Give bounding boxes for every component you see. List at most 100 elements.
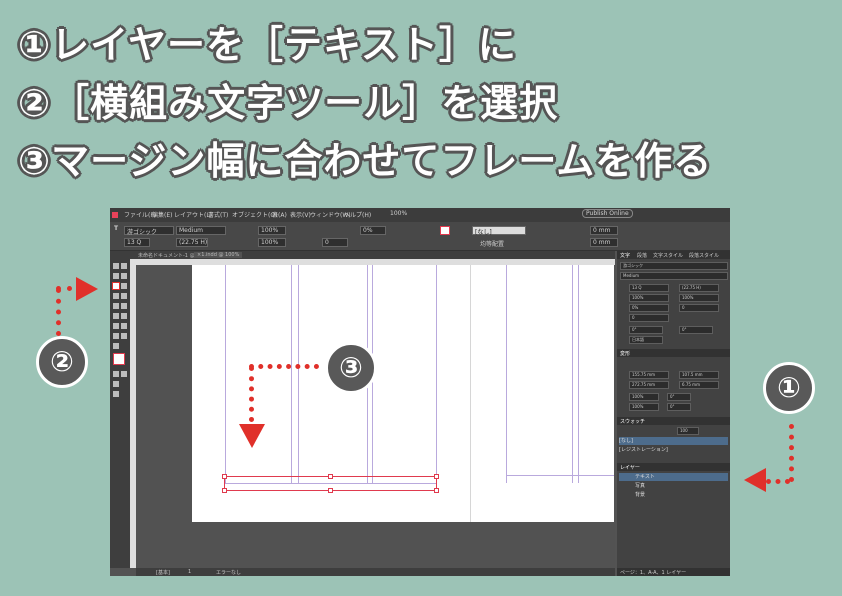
panel-tsume-field[interactable]: 0% (629, 304, 669, 312)
fill-swatch-icon[interactable] (440, 226, 450, 235)
tab-para-styles[interactable]: 段落スタイル (689, 252, 719, 259)
direct-selection-tool-icon[interactable] (121, 263, 127, 269)
note-tool-icon[interactable] (121, 323, 127, 329)
arrow-down-icon (239, 424, 265, 448)
menu-table[interactable]: 表(A) (272, 210, 287, 219)
annotation-line (56, 288, 61, 336)
rectangle-tool-icon[interactable] (121, 303, 127, 309)
panel-style-field[interactable]: Medium (620, 272, 728, 280)
frame-handle[interactable] (222, 474, 227, 479)
font-size-field[interactable]: 13 Q (127, 239, 141, 246)
layer-row[interactable]: 背景 (619, 491, 728, 499)
font-family-field[interactable]: 游ゴシック (127, 227, 157, 236)
horizontal-scale-field[interactable]: 100% (261, 227, 278, 234)
shear-field[interactable]: 0° (667, 403, 691, 411)
panel-leading-field[interactable]: (22.75 H) (679, 284, 719, 292)
h-field[interactable]: 6.75 mm (679, 381, 719, 389)
tab-active-document[interactable]: ×1.indd @ 100% (194, 252, 243, 258)
preflight-status[interactable]: エラーなし (216, 569, 241, 576)
rotate-field[interactable]: 0° (667, 393, 691, 401)
inset-field[interactable]: 0 mm (593, 227, 610, 234)
page-tool-icon[interactable] (113, 273, 119, 279)
screen-mode-icon[interactable] (113, 391, 119, 397)
gap-tool-icon[interactable] (121, 273, 127, 279)
tsume-field[interactable]: 0% (363, 227, 373, 234)
frame-handle[interactable] (434, 474, 439, 479)
frame-handle[interactable] (222, 488, 227, 493)
panel-tracking-field[interactable]: 0 (679, 304, 719, 312)
instruction-line-1: ①レイヤーを［テキスト］に (18, 23, 517, 67)
frame-handle[interactable] (328, 488, 333, 493)
rectangle-frame-tool-icon[interactable] (113, 303, 119, 309)
horizontal-type-tool-icon[interactable] (112, 282, 120, 290)
panel-font-field[interactable]: 游ゴシック (620, 262, 728, 270)
zoom-level[interactable]: 100% (390, 210, 407, 217)
menu-view[interactable]: 表示(V) (290, 210, 311, 219)
leading-field[interactable]: (22.75 H) (179, 239, 207, 246)
inset-field-2[interactable]: 0 mm (593, 239, 610, 246)
font-style-field[interactable]: Medium (179, 227, 203, 234)
layers-footer-text: ページ：1、A-A、1 レイヤー (620, 570, 687, 576)
panel-lang-field[interactable]: 日本語 (629, 336, 663, 344)
menu-layout[interactable]: レイアウト(L) (174, 210, 212, 219)
app-logo-icon (112, 212, 118, 218)
apply-color-icon[interactable] (113, 381, 119, 387)
tab-character[interactable]: 文字 (620, 252, 630, 259)
w-field[interactable]: 107.5 mm (679, 371, 719, 379)
pencil-tool-icon[interactable] (121, 293, 127, 299)
frame-handle[interactable] (434, 488, 439, 493)
vertical-scale-field[interactable]: 100% (261, 239, 278, 246)
fill-stroke-icon[interactable] (113, 353, 125, 365)
frame-handle[interactable] (328, 474, 333, 479)
free-transform-tool-icon[interactable] (121, 313, 127, 319)
line-tool-icon[interactable] (121, 283, 127, 289)
swatch-field[interactable]: [なし] (475, 227, 492, 236)
text-frame[interactable] (222, 474, 439, 493)
menu-edit[interactable]: 編集(E) (152, 210, 172, 219)
layer-row[interactable]: 写真 (619, 482, 728, 490)
gradient-tool-icon[interactable] (113, 323, 119, 329)
y-field[interactable]: 272.75 mm (629, 381, 669, 389)
panel-kerning-field[interactable]: 0 (629, 314, 669, 322)
zoom-tool-icon[interactable] (113, 343, 119, 349)
swatches-panel-header: スウォッチ (617, 417, 730, 425)
format-container-icon[interactable] (113, 371, 119, 377)
menu-object[interactable]: オブジェクト(O) (232, 210, 277, 219)
format-text-icon[interactable] (121, 371, 127, 377)
menu-help[interactable]: ヘルプ(H) (344, 210, 371, 219)
indesign-window: ファイル(F) 編集(E) レイアウト(L) 書式(T) オブジェクト(O) 表… (110, 208, 730, 576)
scale-x-field[interactable]: 100% (629, 393, 659, 401)
tab-layers[interactable]: レイヤー (620, 464, 640, 471)
column-guide (298, 265, 299, 483)
publish-online-button[interactable]: Publish Online (582, 209, 633, 218)
tab-char-styles[interactable]: 文字スタイル (653, 252, 683, 259)
panel-hscale-field[interactable]: 100% (679, 294, 719, 302)
page-number[interactable]: 1 (188, 569, 191, 575)
pasteboard[interactable] (136, 265, 615, 568)
tab-paragraph[interactable]: 段落 (637, 252, 647, 259)
hand-tool-icon[interactable] (121, 333, 127, 339)
tracking-field[interactable]: 0 (325, 239, 329, 246)
panel-skew-field[interactable]: 0° (679, 326, 713, 334)
status-bar: [基本] 1 エラーなし (136, 568, 615, 576)
eyedropper-tool-icon[interactable] (113, 333, 119, 339)
pen-tool-icon[interactable] (113, 293, 119, 299)
scissors-tool-icon[interactable] (113, 313, 119, 319)
layers-panel-header: レイヤー (617, 463, 730, 471)
panel-vscale-field[interactable]: 100% (629, 294, 669, 302)
menu-type[interactable]: 書式(T) (208, 210, 228, 219)
tint-field[interactable]: 100 (677, 427, 699, 435)
swatch-row[interactable]: [レジストレーション] (619, 446, 728, 454)
layer-row[interactable]: テキスト (619, 473, 728, 481)
column-guide (436, 265, 437, 483)
tab-transform[interactable]: 変形 (620, 350, 630, 357)
x-field[interactable]: 155.75 mm (629, 371, 669, 379)
selection-tool-icon[interactable] (113, 263, 119, 269)
swatch-row[interactable]: [なし] (619, 437, 728, 445)
tab-swatches[interactable]: スウォッチ (620, 418, 645, 425)
panel-size-field[interactable]: 13 Q (629, 284, 669, 292)
master-page-label[interactable]: [基本] (156, 569, 170, 576)
document-page[interactable] (192, 265, 614, 522)
panel-baseline-field[interactable]: 0° (629, 326, 663, 334)
scale-y-field[interactable]: 100% (629, 403, 659, 411)
